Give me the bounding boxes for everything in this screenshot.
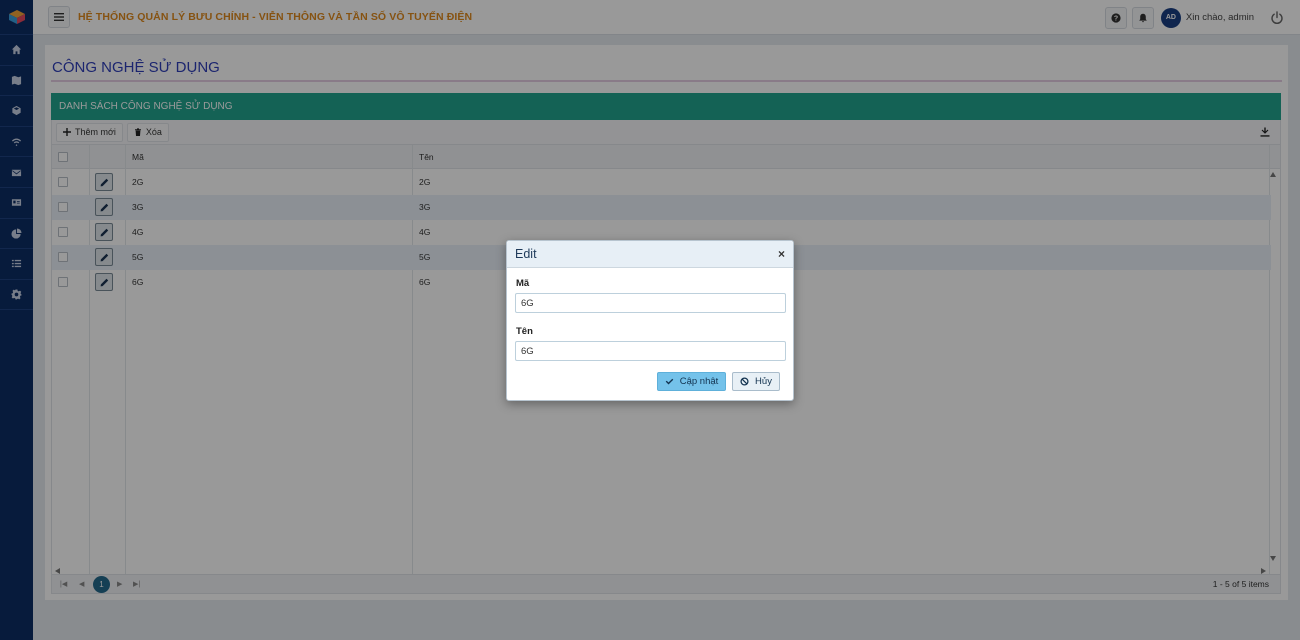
check-icon <box>665 378 673 385</box>
ten-input[interactable] <box>515 341 786 361</box>
ban-icon <box>740 377 749 386</box>
ma-input[interactable] <box>515 293 786 313</box>
dialog-title: Edit <box>515 247 537 261</box>
ten-label: Tên <box>516 326 533 337</box>
close-icon[interactable]: × <box>778 247 785 261</box>
ma-label: Mã <box>516 278 530 289</box>
dialog-header: Edit × <box>507 241 793 268</box>
cancel-button-label: Hủy <box>755 376 772 387</box>
update-button-label: Cập nhật <box>679 376 719 387</box>
cancel-button[interactable]: Hủy <box>732 372 780 391</box>
edit-dialog: Edit × Mã Tên Cập nhật Hủy <box>506 240 794 401</box>
update-button[interactable]: Cập nhật <box>657 372 726 391</box>
